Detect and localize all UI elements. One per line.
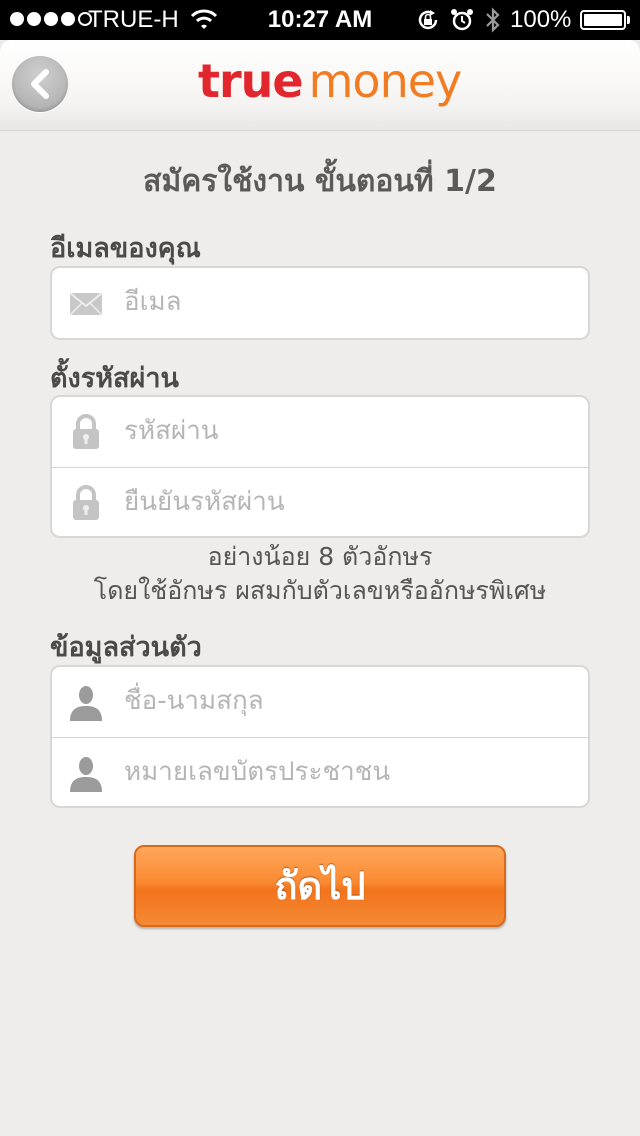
full-name-input[interactable]: [124, 667, 574, 735]
email-field-group: [50, 266, 590, 340]
confirm-password-input[interactable]: [124, 468, 574, 536]
id-card-row: [52, 738, 588, 808]
password-hint-line2: โดยใช้อักษร ผสมกับตัวเลขหรืออักษรพิเศษ: [93, 576, 547, 605]
email-section-label: อีเมลของคุณ: [50, 233, 201, 264]
personal-field-group: [50, 665, 590, 808]
personal-section-label: ข้อมูลส่วนตัว: [50, 632, 202, 663]
battery-percentage: 100%: [510, 6, 572, 33]
password-section-label: ตั้งรหัสผ่าน: [50, 363, 179, 394]
chevron-left-icon: [31, 69, 49, 99]
person-icon: [68, 683, 104, 721]
confirm-password-row: [52, 468, 588, 538]
next-button[interactable]: ถัดไป: [134, 845, 506, 927]
lock-icon: [68, 484, 104, 522]
password-input[interactable]: [124, 397, 574, 465]
lock-icon: [68, 413, 104, 451]
email-row: [52, 268, 588, 338]
logo-money-text: money: [308, 54, 463, 108]
back-button[interactable]: [12, 56, 68, 112]
password-hint-line1: อย่างน้อย 8 ตัวอักษร: [207, 542, 433, 571]
battery-icon: [580, 10, 630, 30]
page-title: สมัครใช้งาน ขั้นตอนที่ 1/2: [143, 164, 497, 199]
password-row: [52, 397, 588, 468]
id-card-input[interactable]: [124, 738, 574, 806]
email-input[interactable]: [124, 268, 574, 336]
bluetooth-icon: [484, 6, 502, 40]
password-hint: อย่างน้อย 8 ตัวอักษร โดยใช้อักษร ผสมกับต…: [0, 540, 640, 608]
truemoney-logo: true money: [198, 54, 463, 108]
password-field-group: [50, 395, 590, 538]
full-name-row: [52, 667, 588, 738]
envelope-icon: [68, 284, 104, 322]
rotation-lock-icon: [416, 8, 440, 38]
logo-true-text: true: [198, 54, 304, 108]
nav-header: true money: [0, 40, 640, 131]
alarm-icon: [450, 8, 474, 38]
status-bar: TRUE-H 10:27 AM 100%: [0, 0, 640, 40]
person-icon: [68, 754, 104, 792]
